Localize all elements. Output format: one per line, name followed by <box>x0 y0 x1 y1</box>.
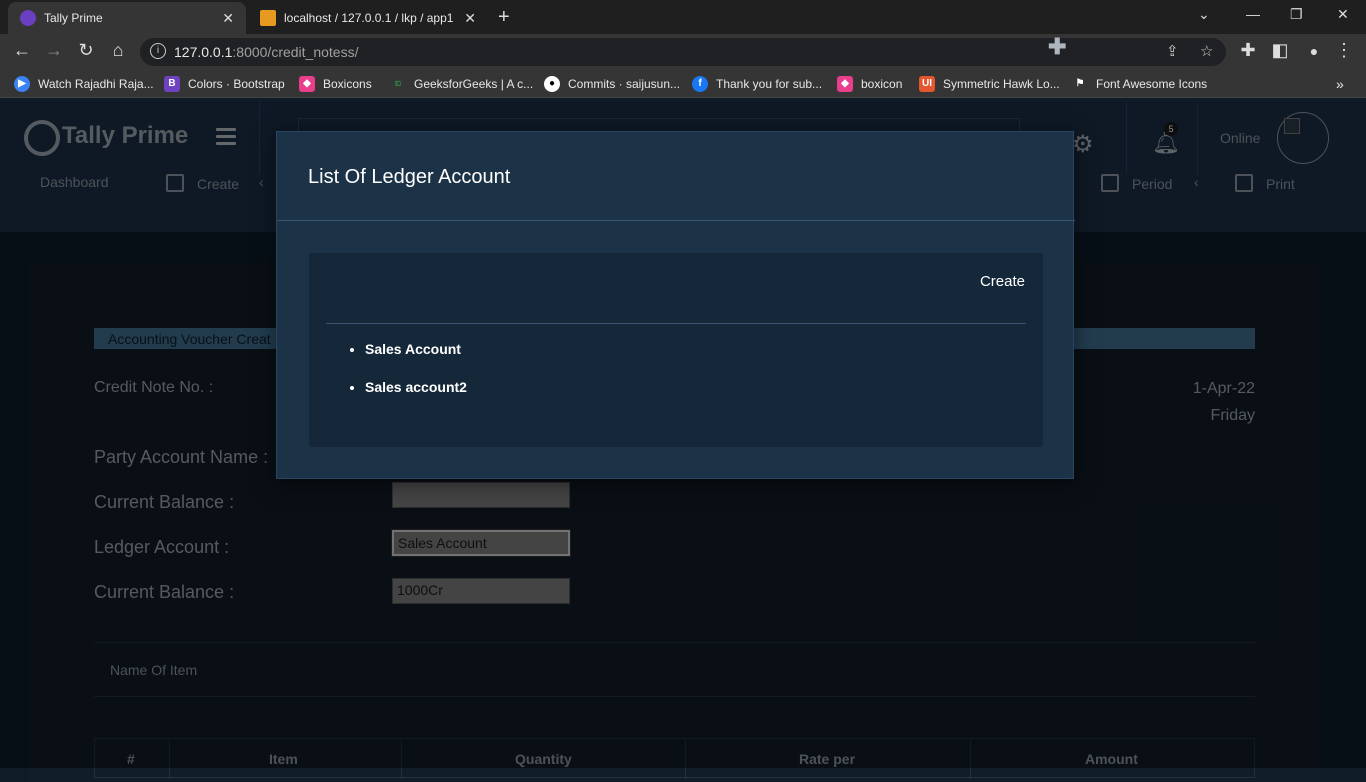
bookmark-star-icon[interactable]: ☆ <box>1200 42 1213 60</box>
bookmark-item[interactable]: UI Symmetric Hawk Lo... <box>919 76 1060 92</box>
profile-avatar-icon[interactable]: ● <box>1302 43 1326 59</box>
back-icon[interactable]: ← <box>10 40 34 61</box>
bookmark-item[interactable]: ಐ GeeksforGeeks | A c... <box>390 76 533 92</box>
plus-icon[interactable]: ✚ <box>1048 34 1066 60</box>
github-icon: ● <box>544 76 560 92</box>
tab-title: localhost / 127.0.0.1 / lkp / app1 <box>284 11 454 25</box>
box-icon: ◆ <box>837 76 853 92</box>
bookmark-item[interactable]: ◆ boxicon <box>837 76 902 92</box>
extensions-icon[interactable]: ✚ <box>1236 40 1260 61</box>
create-ledger-link[interactable]: Create <box>980 273 1025 290</box>
sidepanel-icon[interactable]: ◧ <box>1268 40 1292 61</box>
divider <box>277 220 1075 221</box>
ledger-list: Sales Account Sales account2 <box>365 341 467 417</box>
ledger-account-modal: List Of Ledger Account Create Sales Acco… <box>276 131 1075 479</box>
ledger-list-panel: Create Sales Account Sales account2 <box>309 253 1043 447</box>
menu-kebab-icon[interactable]: ⋮ <box>1332 40 1356 61</box>
tab-tally-prime[interactable]: Tally Prime ✕ <box>8 2 246 34</box>
ledger-item[interactable]: Sales account2 <box>365 379 467 395</box>
chevron-down-icon[interactable]: ⌄ <box>1198 6 1210 23</box>
home-icon[interactable]: ⌂ <box>106 40 130 61</box>
box-icon: ◆ <box>299 76 315 92</box>
play-icon: ▶ <box>14 76 30 92</box>
browser-toolbar: ← → ↻ ⌂ i 127.0.0.1:8000/credit_notess/ … <box>0 34 1366 70</box>
close-window-icon[interactable]: ✕ <box>1337 6 1349 23</box>
close-tab-icon[interactable]: ✕ <box>464 10 476 27</box>
tab-title: Tally Prime <box>44 11 103 25</box>
restore-icon[interactable]: ❐ <box>1290 6 1303 23</box>
bookmark-item[interactable]: ● Commits · saijusun... <box>544 76 680 92</box>
url-text: 127.0.0.1:8000/credit_notess/ <box>174 44 359 60</box>
forward-icon[interactable]: → <box>42 40 66 61</box>
bookmark-item[interactable]: B Colors · Bootstrap <box>164 76 285 92</box>
bookmarks-bar: ▶ Watch Rajadhi Raja... B Colors · Bootstr… <box>0 70 1366 98</box>
tally-favicon-icon <box>20 10 36 26</box>
phpmyadmin-favicon-icon <box>260 10 276 26</box>
flag-icon: ⚑ <box>1075 78 1085 89</box>
tab-phpmyadmin[interactable]: localhost / 127.0.0.1 / lkp / app1 ✕ <box>248 2 488 34</box>
bootstrap-icon: B <box>164 76 180 92</box>
divider <box>326 323 1026 324</box>
new-tab-icon[interactable]: + <box>498 6 510 29</box>
close-tab-icon[interactable]: ✕ <box>222 10 234 27</box>
share-icon[interactable]: ⇪ <box>1166 42 1179 60</box>
gfg-icon: ಐ <box>394 78 402 89</box>
reload-icon[interactable]: ↻ <box>74 40 98 61</box>
bookmark-item[interactable]: f Thank you for sub... <box>692 76 822 92</box>
modal-title: List Of Ledger Account <box>308 166 511 188</box>
facebook-icon: f <box>692 76 708 92</box>
more-bookmarks-icon[interactable]: » <box>1336 76 1344 92</box>
ledger-item[interactable]: Sales Account <box>365 341 467 357</box>
site-info-icon[interactable]: i <box>150 43 166 59</box>
ui-logo-icon: UI <box>919 76 935 92</box>
minimize-icon[interactable]: — <box>1246 6 1260 22</box>
bookmark-item[interactable]: ⚑ Font Awesome Icons <box>1072 76 1208 92</box>
bookmark-item[interactable]: ◆ Boxicons <box>299 76 372 92</box>
browser-tab-bar: Tally Prime ✕ localhost / 127.0.0.1 / lk… <box>0 0 1366 34</box>
bookmark-item[interactable]: ▶ Watch Rajadhi Raja... <box>14 76 154 92</box>
